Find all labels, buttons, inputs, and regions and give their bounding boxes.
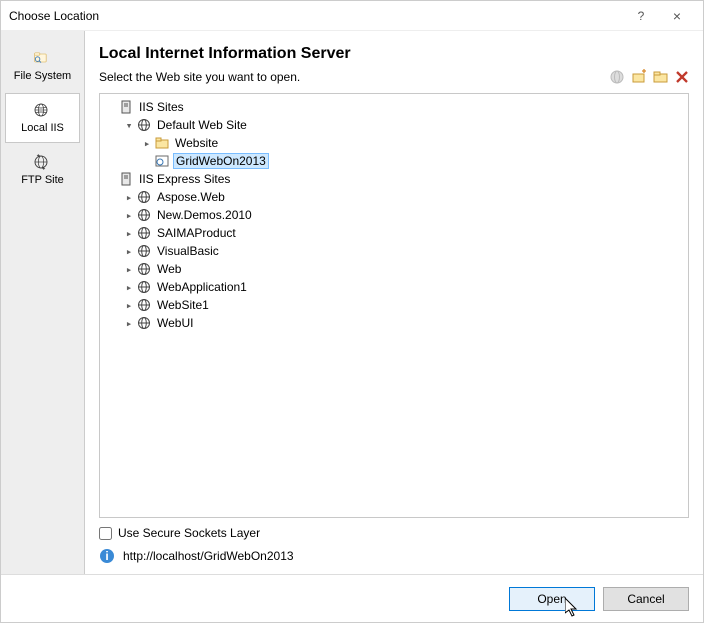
folder-search-icon <box>33 50 49 66</box>
chevron-right-icon[interactable]: ▸ <box>122 245 136 258</box>
tree-label: New.Demos.2010 <box>155 208 254 222</box>
tree-node-iis-sites[interactable]: IIS Sites <box>104 98 688 116</box>
globe-icon <box>136 243 152 259</box>
server-icon <box>118 99 134 115</box>
chevron-right-icon[interactable]: ▸ <box>122 191 136 204</box>
chevron-right-icon[interactable]: ▸ <box>122 227 136 240</box>
chevron-right-icon[interactable]: ▸ <box>122 263 136 276</box>
tree-node[interactable]: ▸ SAIMAProduct <box>122 224 688 242</box>
tree-node[interactable]: ▸ WebApplication1 <box>122 278 688 296</box>
chevron-down-icon[interactable]: ▾ <box>122 119 136 132</box>
ssl-label: Use Secure Sockets Layer <box>118 526 260 540</box>
tree-label: Website <box>173 136 220 150</box>
open-button[interactable]: Open <box>509 587 595 611</box>
tree-node-default-site[interactable]: ▾ Default Web Site <box>122 116 688 134</box>
globe-icon <box>136 297 152 313</box>
delete-button[interactable] <box>675 70 689 84</box>
url-text: http://localhost/GridWebOn2013 <box>123 549 294 563</box>
tree-node[interactable]: ▸ WebSite1 <box>122 296 688 314</box>
tree-node[interactable]: ▸ WebUI <box>122 314 688 332</box>
globe-icon <box>136 315 152 331</box>
tree-label: VisualBasic <box>155 244 221 258</box>
globe-icon <box>136 279 152 295</box>
tree-node-iis-express[interactable]: IIS Express Sites <box>104 170 688 188</box>
tree-node-website[interactable]: ▸ Website <box>140 134 688 152</box>
window-title: Choose Location <box>9 9 623 23</box>
sidebar-item-label: Local IIS <box>21 122 64 134</box>
tree-label: SAIMAProduct <box>155 226 238 240</box>
tree-label: Aspose.Web <box>155 190 227 204</box>
dialog-footer: Open Cancel <box>1 574 703 622</box>
tree-label-selected: GridWebOn2013 <box>173 153 269 169</box>
globe-icon <box>136 225 152 241</box>
tree-node[interactable]: ▸ Web <box>122 260 688 278</box>
server-icon <box>118 171 134 187</box>
ssl-checkbox[interactable] <box>99 527 112 540</box>
help-button[interactable]: ? <box>623 9 659 23</box>
chevron-right-icon[interactable]: ▸ <box>122 317 136 330</box>
chevron-right-icon[interactable]: ▸ <box>122 281 136 294</box>
site-tree[interactable]: IIS Sites ▾ Default Web Site <box>99 93 689 518</box>
sidebar-item-label: File System <box>14 70 71 82</box>
globe-icon <box>136 207 152 223</box>
sidebar-item-local-iis[interactable]: Local IIS <box>5 93 80 143</box>
sidebar-item-filesystem[interactable]: File System <box>5 41 80 91</box>
chevron-right-icon[interactable]: ▸ <box>122 299 136 312</box>
chevron-right-icon[interactable]: ▸ <box>122 209 136 222</box>
toolbar <box>609 69 689 85</box>
tree-label: IIS Sites <box>137 100 186 114</box>
globe-icon <box>136 189 152 205</box>
ssl-row: Use Secure Sockets Layer <box>99 526 689 540</box>
folder-icon <box>154 135 170 151</box>
page-subtext: Select the Web site you want to open. <box>99 70 609 84</box>
webapp-icon <box>154 153 170 169</box>
tree-label: WebSite1 <box>155 298 211 312</box>
tree-label: IIS Express Sites <box>137 172 232 186</box>
tree-node[interactable]: ▸ New.Demos.2010 <box>122 206 688 224</box>
new-vdir-disabled-icon <box>609 69 625 85</box>
tree-label: Web <box>155 262 183 276</box>
globe-icon <box>136 261 152 277</box>
main-panel: Local Internet Information Server Select… <box>85 31 703 574</box>
tree-label: Default Web Site <box>155 118 249 132</box>
globe-icon <box>136 117 152 133</box>
page-heading: Local Internet Information Server <box>99 45 689 63</box>
sidebar-item-label: FTP Site <box>21 174 64 186</box>
sidebar: File System Local IIS FTP Site <box>1 31 85 574</box>
cancel-button[interactable]: Cancel <box>603 587 689 611</box>
sidebar-item-ftp[interactable]: FTP Site <box>5 145 80 195</box>
tree-label: WebUI <box>155 316 195 330</box>
open-folder-button[interactable] <box>653 69 669 85</box>
close-button[interactable]: × <box>659 8 695 24</box>
info-row: i http://localhost/GridWebOn2013 <box>99 548 689 564</box>
tree-label: WebApplication1 <box>155 280 249 294</box>
globe-icon <box>33 102 49 118</box>
new-app-button[interactable] <box>631 69 647 85</box>
tree-node[interactable]: ▸ VisualBasic <box>122 242 688 260</box>
info-icon: i <box>99 548 115 564</box>
globe-arrows-icon <box>33 154 49 170</box>
tree-node-gridwebon2013[interactable]: GridWebOn2013 <box>140 152 688 170</box>
svg-text:i: i <box>105 549 108 563</box>
dialog-body: File System Local IIS FTP Site Local Int… <box>1 31 703 574</box>
titlebar: Choose Location ? × <box>1 1 703 31</box>
chevron-right-icon[interactable]: ▸ <box>140 137 154 150</box>
tree-node[interactable]: ▸ Aspose.Web <box>122 188 688 206</box>
